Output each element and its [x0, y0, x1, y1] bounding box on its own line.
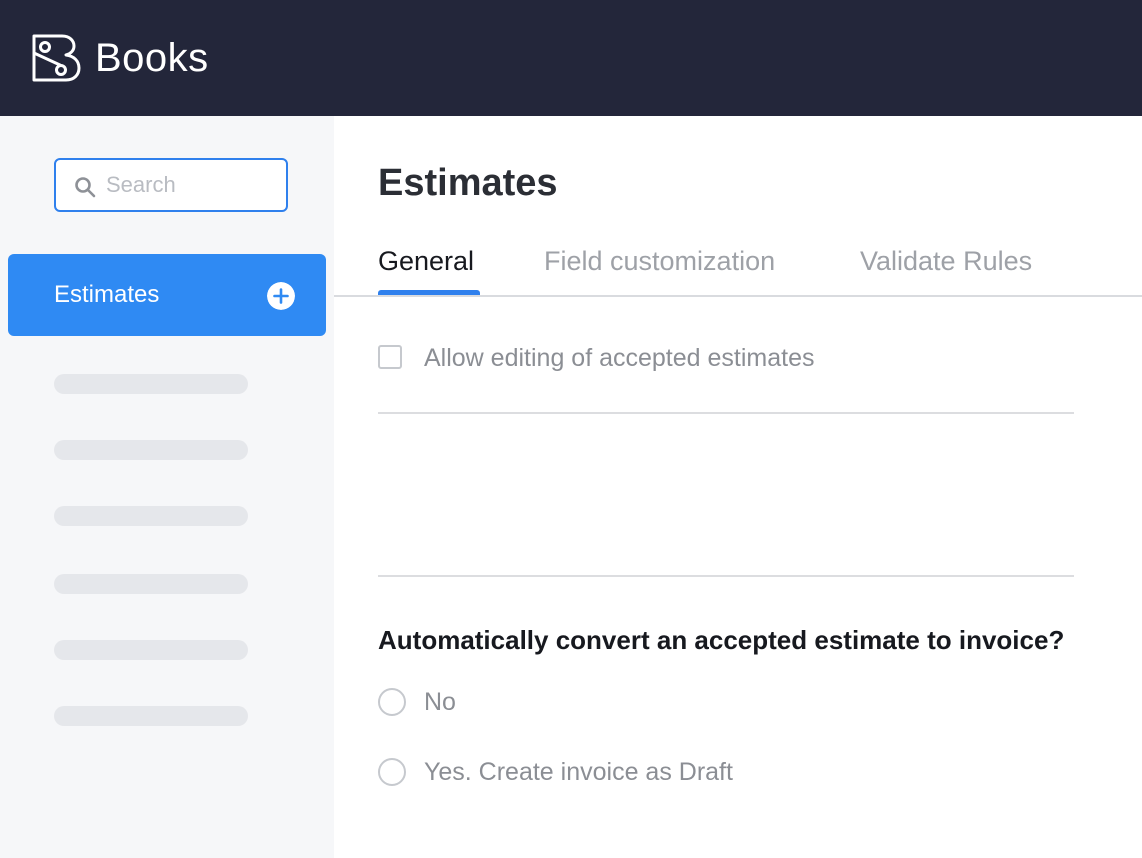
search-icon [75, 177, 96, 198]
tab-validate-rules[interactable]: Validate Rules [860, 244, 1032, 278]
sidebar-placeholder-item [54, 374, 248, 394]
section-divider [378, 412, 1074, 414]
sidebar-placeholder-item [54, 440, 248, 460]
top-bar: Books [0, 0, 1142, 116]
sidebar: Estimates [0, 116, 334, 858]
search-input[interactable] [106, 168, 276, 202]
radio-yes-draft[interactable] [378, 758, 406, 786]
tabs-divider [334, 295, 1142, 297]
sidebar-item-label: Estimates [54, 281, 160, 308]
app-title: Books [95, 36, 209, 80]
section-divider [378, 575, 1074, 577]
sidebar-item-estimates[interactable]: Estimates [8, 254, 326, 336]
radio-no-label[interactable]: No [424, 687, 456, 717]
main-content: Estimates General Field customization Va… [334, 116, 1142, 858]
radio-yes-draft-label[interactable]: Yes. Create invoice as Draft [424, 757, 733, 787]
convert-question-heading: Automatically convert an accepted estima… [378, 625, 1065, 655]
plus-circle-icon[interactable] [267, 282, 295, 310]
books-logo-icon[interactable] [30, 33, 82, 83]
search-box[interactable] [54, 158, 288, 212]
sidebar-placeholder-item [54, 506, 248, 526]
tab-general[interactable]: General [378, 244, 474, 278]
allow-editing-label[interactable]: Allow editing of accepted estimates [424, 343, 815, 373]
sidebar-placeholder-item [54, 640, 248, 660]
page-title: Estimates [378, 162, 558, 204]
radio-no[interactable] [378, 688, 406, 716]
tab-field-customization[interactable]: Field customization [544, 244, 775, 278]
sidebar-placeholder-item [54, 574, 248, 594]
sidebar-placeholder-item [54, 706, 248, 726]
allow-editing-checkbox[interactable] [378, 345, 402, 369]
